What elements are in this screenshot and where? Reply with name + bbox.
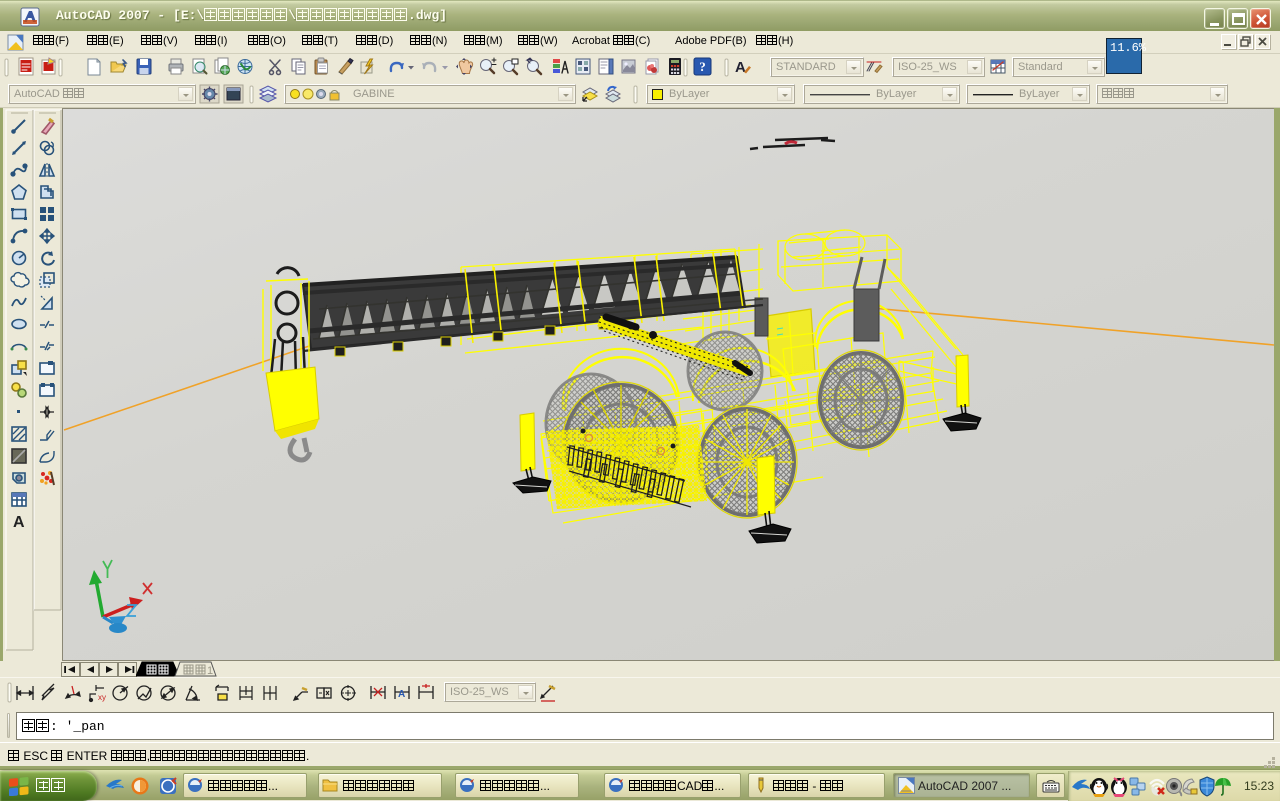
svg-text:A: A xyxy=(398,689,405,700)
svg-text:A: A xyxy=(13,514,25,531)
svg-text:A: A xyxy=(735,59,746,76)
svg-text:xy: xy xyxy=(98,693,106,702)
svg-text:1: 1 xyxy=(207,665,213,677)
svg-text:?: ? xyxy=(699,59,706,74)
